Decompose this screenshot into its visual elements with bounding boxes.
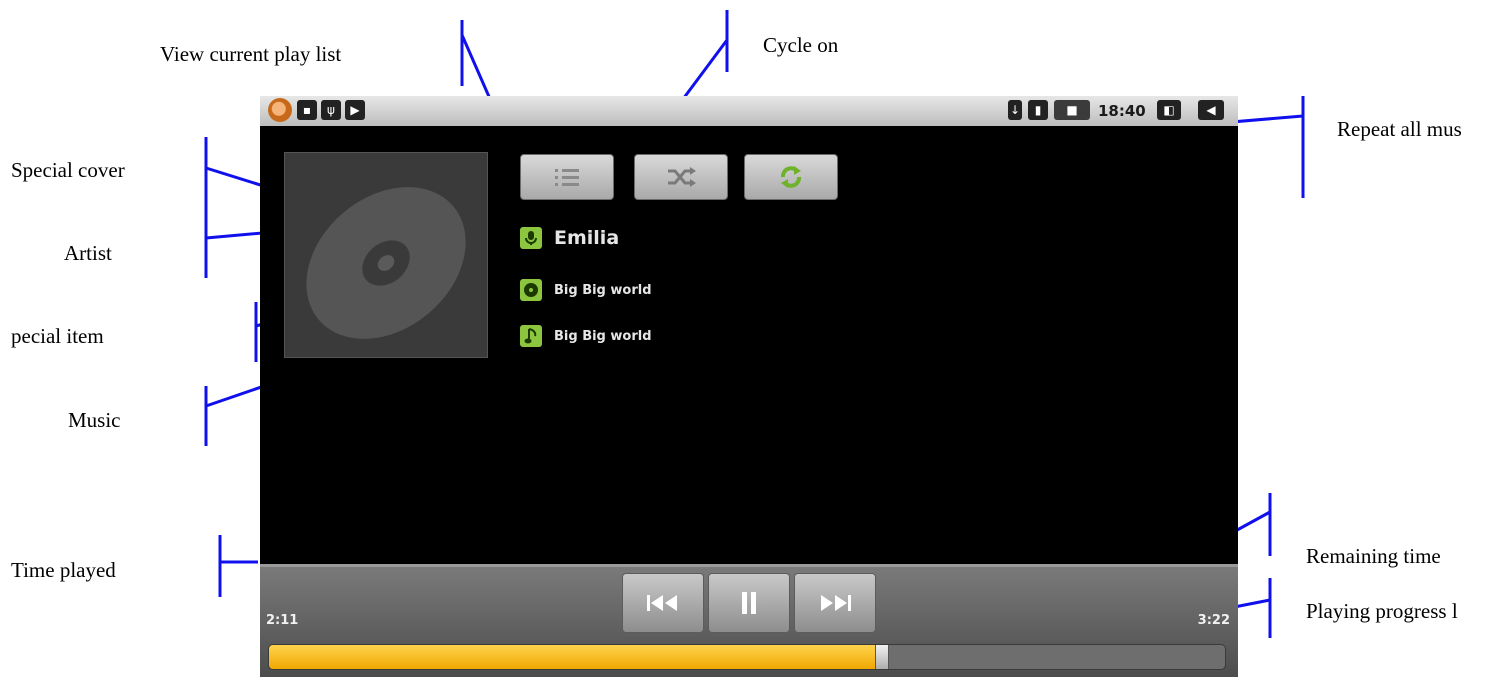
sd-card-icon: ▪ (297, 100, 317, 120)
annotation-repeat-all: Repeat all mus (1337, 117, 1462, 141)
annotation-time-played: Time played (11, 558, 116, 582)
download-icon: ↓ (1008, 100, 1022, 120)
annotation-view-play-list: View current play list (160, 42, 342, 66)
playback-controls: 2:11 3:22 (260, 564, 1238, 677)
annotation-remaining-time: Remaining time (1306, 544, 1441, 568)
pause-icon (742, 592, 756, 614)
network-icon: ◧ (1157, 100, 1181, 120)
next-icon (821, 595, 851, 611)
time-remaining: 3:22 (1197, 613, 1230, 628)
next-button[interactable] (794, 573, 876, 633)
annotation-cycle-on: Cycle on (763, 33, 839, 57)
app-icon (268, 98, 292, 122)
album-name: Big Big world (554, 282, 652, 298)
annotation-special-item: pecial item (11, 324, 104, 348)
play-icon: ▶ (345, 100, 365, 120)
time-played: 2:11 (266, 613, 299, 628)
playlist-icon (555, 169, 579, 186)
album-icon (520, 279, 542, 301)
shuffle-button[interactable] (634, 154, 728, 200)
track-name: Big Big world (554, 328, 652, 344)
status-bar: ▪ ψ ▶ ↓ ▮ ■ 18:40 ◧ ◀ (260, 96, 1238, 126)
volume-icon: ◀ (1198, 100, 1224, 120)
shuffle-icon (668, 167, 696, 187)
playlist-button[interactable] (520, 154, 614, 200)
previous-icon (647, 595, 677, 611)
repeat-icon (781, 166, 801, 188)
artist-row: Emilia (520, 224, 619, 252)
pause-button[interactable] (708, 573, 790, 633)
progress-fill (269, 645, 881, 669)
album-cover (284, 152, 488, 358)
annotation-music: Music (68, 408, 121, 432)
previous-button[interactable] (622, 573, 704, 633)
clock: 18:40 (1098, 102, 1146, 120)
microphone-icon (520, 227, 542, 249)
usb-icon: ψ (321, 100, 341, 120)
artist-name: Emilia (554, 227, 620, 249)
track-row: Big Big world (520, 322, 652, 350)
annotation-playing-progress: Playing progress l (1306, 599, 1458, 623)
music-player-screen: ▪ ψ ▶ ↓ ▮ ■ 18:40 ◧ ◀ Emilia Big Big wor… (260, 96, 1238, 677)
annotation-special-cover: Special cover (11, 158, 125, 182)
battery-icon: ■ (1054, 100, 1090, 120)
progress-bar[interactable] (268, 644, 1226, 670)
album-row: Big Big world (520, 276, 652, 304)
signal-icon: ▮ (1028, 100, 1048, 120)
cd-icon (306, 187, 466, 339)
repeat-button[interactable] (744, 154, 838, 200)
progress-thumb[interactable] (874, 645, 889, 669)
annotation-artist: Artist (64, 241, 112, 265)
music-note-icon (520, 325, 542, 347)
